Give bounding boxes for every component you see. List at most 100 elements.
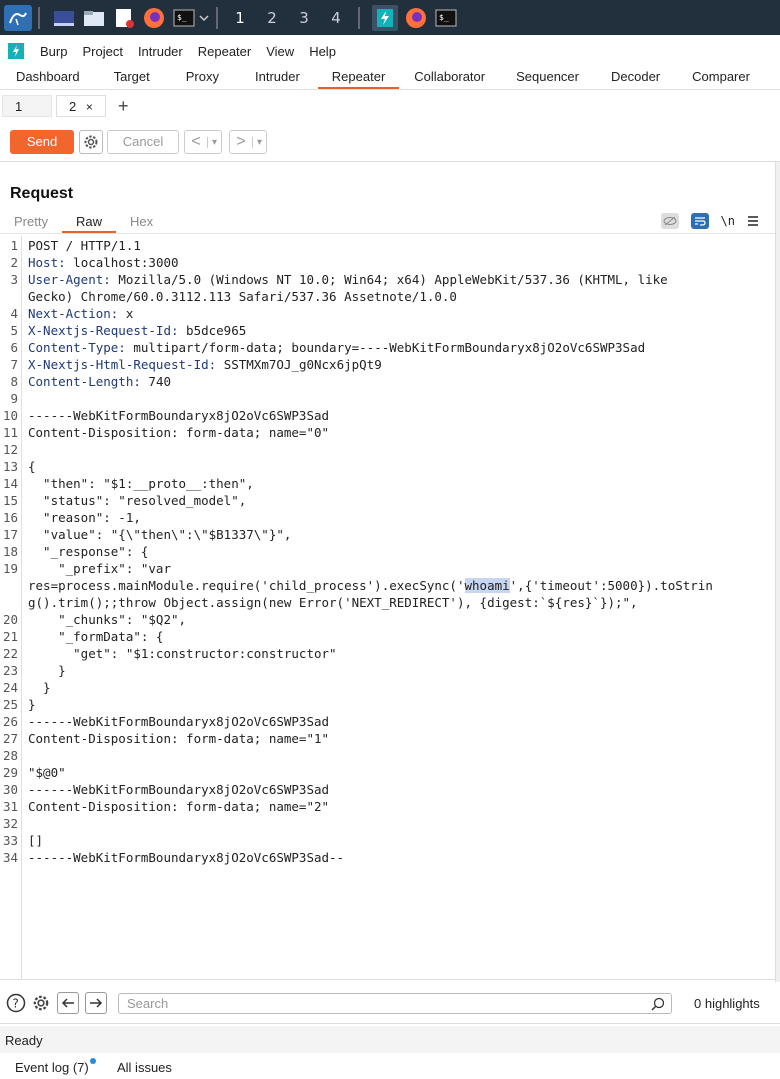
search-input[interactable] (127, 996, 647, 1011)
workspace-4[interactable]: 4 (320, 9, 352, 27)
repeater-tab-1[interactable]: 1 (2, 95, 52, 117)
kali-menu-icon[interactable] (4, 4, 32, 31)
line-number: 20 (2, 612, 18, 627)
panel-title: Request (10, 185, 74, 202)
tab-sequencer[interactable]: Sequencer (500, 66, 595, 89)
line-number: 22 (2, 646, 18, 661)
line-number: 27 (2, 731, 18, 746)
forward-button[interactable]: > ▾ (229, 130, 267, 154)
menu-repeater[interactable]: Repeater (198, 44, 251, 59)
tab-raw[interactable]: Raw (61, 210, 116, 233)
tab-pretty[interactable]: Pretty (0, 210, 62, 233)
tab-repeater[interactable]: Repeater (317, 66, 400, 89)
taskbar-separator (38, 6, 40, 29)
line-number: 14 (2, 476, 18, 491)
tab-decoder[interactable]: Decoder (595, 66, 676, 89)
add-tab-button[interactable]: + (118, 96, 129, 117)
menu-help[interactable]: Help (309, 44, 336, 59)
line-number: 9 (10, 391, 18, 406)
tab-dashboard[interactable]: Dashboard (0, 66, 96, 89)
header-line: Content-Length: 740 (28, 373, 171, 390)
send-button[interactable]: Send (10, 130, 74, 154)
header-key: Next-Action: (28, 306, 119, 321)
body-line: Content-Disposition: form-data; name="1" (28, 731, 330, 746)
menu-view[interactable]: View (266, 44, 294, 59)
firefox-icon[interactable] (142, 7, 166, 29)
header-value: 740 (148, 374, 171, 389)
repeater-tab-2[interactable]: 2 × (56, 95, 106, 117)
header-key: X-Nextjs-Request-Id: (28, 323, 179, 338)
repeater-tab-label: 2 (69, 99, 77, 114)
tab-comparer[interactable]: Comparer (676, 66, 766, 89)
chevron-down-icon[interactable]: ▾ (207, 136, 221, 148)
svg-text:$_: $_ (177, 13, 187, 22)
body-line: [] (28, 833, 44, 848)
workspace-2[interactable]: 2 (256, 9, 288, 27)
line-number: 15 (2, 493, 18, 508)
forward-arrow-icon[interactable] (85, 992, 107, 1014)
tab-target[interactable]: Target (96, 66, 168, 89)
tab-intruder[interactable]: Intruder (237, 66, 318, 89)
taskbar-separator (216, 6, 218, 29)
chevron-down-icon[interactable] (198, 7, 210, 29)
back-arrow-icon[interactable] (57, 992, 79, 1014)
menu-project[interactable]: Project (82, 44, 122, 59)
body-line: { (28, 459, 36, 474)
back-button[interactable]: < ▾ (184, 130, 222, 154)
body-line: ------WebKitFormBoundaryx8jO2oVc6SWP3Sad (28, 714, 330, 729)
menu-icon[interactable] (747, 214, 759, 229)
header-value: b5dce965 (186, 323, 247, 338)
request-editor[interactable]: 1 2 3 4 5 6 7 8 9 10 11 12 13 14 15 16 1… (0, 236, 775, 980)
status-bar: Ready (0, 1026, 780, 1053)
selected-text[interactable]: whoami (464, 578, 510, 593)
line-number: 4 (10, 306, 18, 321)
line-number: 7 (10, 357, 18, 372)
tab-collaborator[interactable]: Collaborator (399, 66, 500, 89)
desktop-icon[interactable] (52, 7, 76, 29)
status-text: Ready (5, 1033, 43, 1048)
line-number: 17 (2, 527, 18, 542)
workspace-3[interactable]: 3 (288, 9, 320, 27)
newline-icon[interactable]: \n (721, 214, 735, 228)
line-number: 10 (2, 408, 18, 423)
cancel-button[interactable]: Cancel (107, 130, 179, 154)
tab-logger[interactable]: L (766, 66, 780, 89)
header-value: Mozilla/5.0 (Windows NT 10.0; Win64; x64… (118, 272, 668, 287)
firefox-icon[interactable] (404, 7, 428, 29)
file-manager-icon[interactable] (82, 7, 106, 29)
scrollbar[interactable] (775, 162, 780, 982)
body-line: ------WebKitFormBoundaryx8jO2oVc6SWP3Sad (28, 408, 330, 423)
body-line: "then": "$1:__proto__:then", (28, 476, 254, 491)
chevron-down-icon[interactable]: ▾ (252, 136, 266, 148)
burp-icon[interactable] (372, 4, 398, 31)
line-number: 31 (2, 799, 18, 814)
workspace-1[interactable]: 1 (224, 9, 256, 27)
line-number: 28 (2, 748, 18, 763)
back-arrow-icon: < (191, 133, 201, 150)
tab-proxy[interactable]: Proxy (168, 66, 237, 89)
line-number: 5 (10, 323, 18, 338)
header-key: Content-Length: (28, 374, 141, 389)
text-editor-icon[interactable] (112, 7, 136, 29)
all-issues-link[interactable]: All issues (117, 1060, 172, 1075)
event-log-link[interactable]: Event log (7) (15, 1060, 89, 1075)
body-line: "reason": -1, (28, 510, 141, 525)
menu-intruder[interactable]: Intruder (138, 44, 183, 59)
repeater-tab-label: 1 (15, 99, 23, 114)
close-icon[interactable]: × (86, 100, 93, 114)
settings-button[interactable] (79, 130, 103, 154)
body-line: "_response": { (28, 544, 149, 559)
search-icon[interactable] (651, 997, 665, 1011)
terminal-icon[interactable]: $_ (172, 7, 196, 29)
svg-text:$_: $_ (439, 13, 449, 22)
tab-hex[interactable]: Hex (116, 210, 167, 233)
hide-icon[interactable] (660, 213, 679, 229)
line-number: 23 (2, 663, 18, 678)
menu-burp[interactable]: Burp (40, 44, 67, 59)
help-icon[interactable]: ? (5, 992, 27, 1014)
gear-icon[interactable] (30, 992, 52, 1014)
line-number: 2 (10, 255, 18, 270)
wrap-icon[interactable] (690, 213, 709, 229)
repeater-tabs: 1 2 × + (0, 93, 780, 119)
terminal-icon[interactable]: $_ (434, 7, 458, 29)
